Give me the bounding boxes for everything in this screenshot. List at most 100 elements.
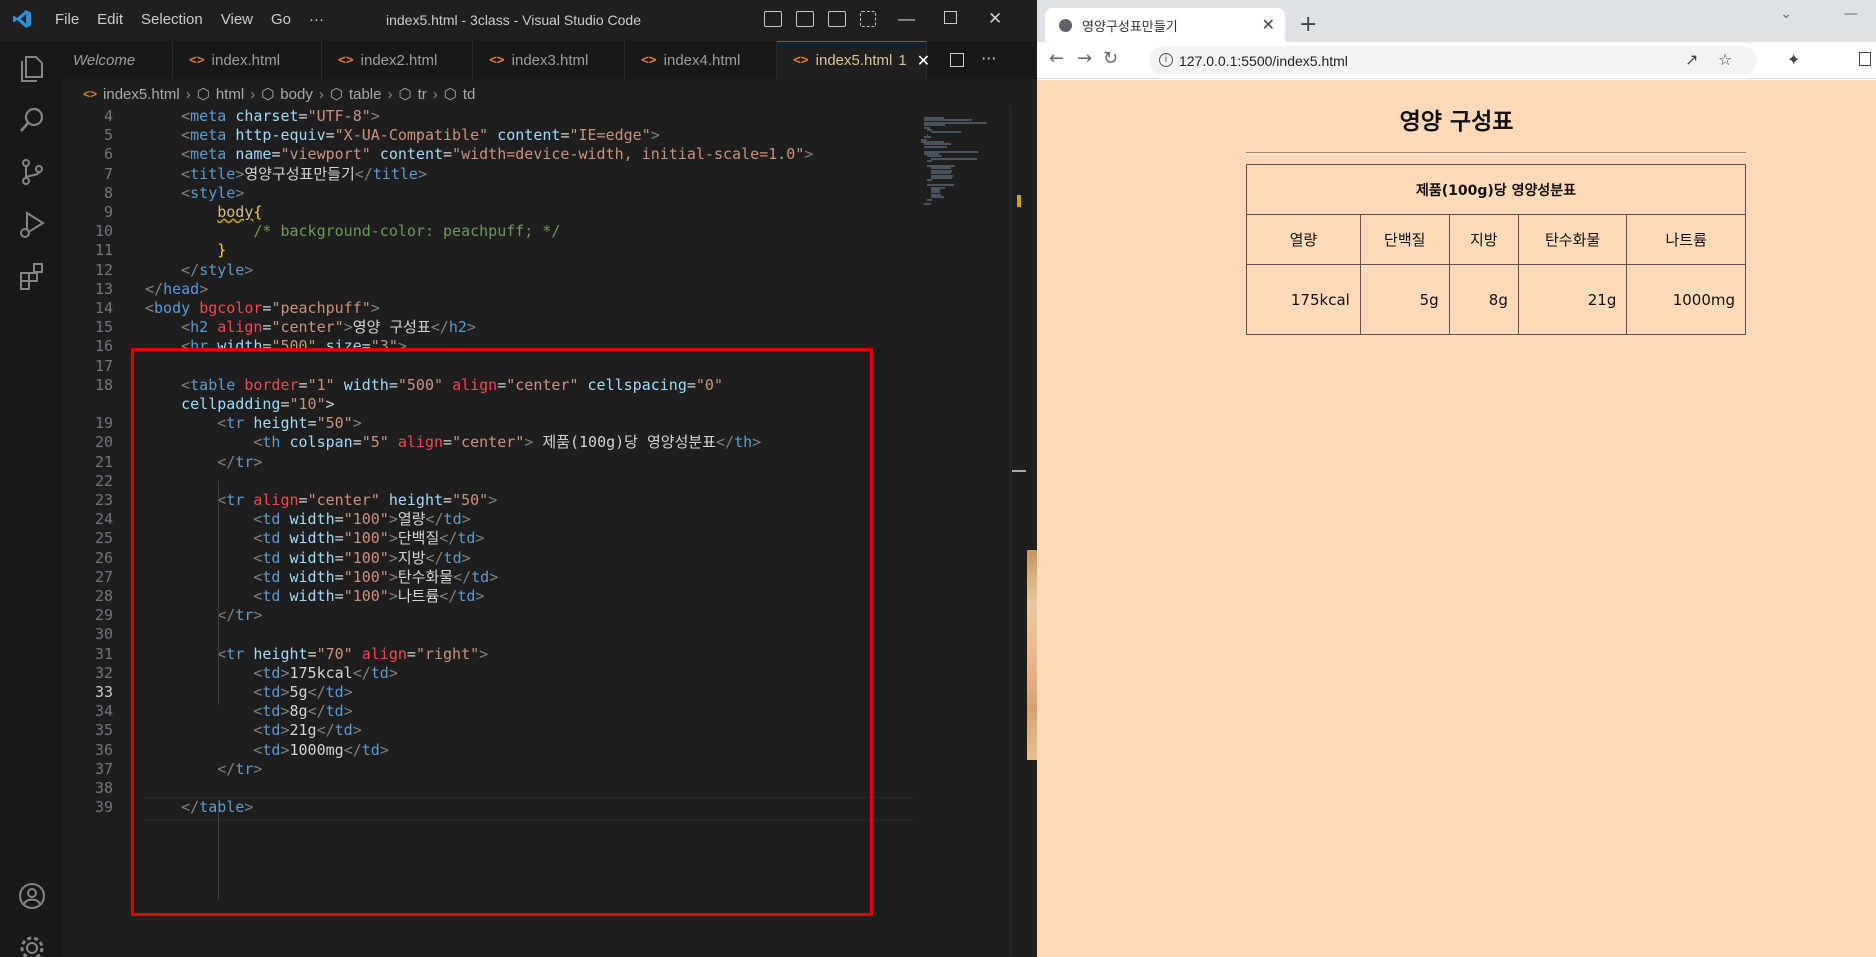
tab-index5[interactable]: <> index5.html 1 ✕ xyxy=(777,41,930,79)
share-icon[interactable]: ↗ xyxy=(1685,50,1698,69)
tab-label: index.html xyxy=(211,51,281,69)
minimap-line xyxy=(930,177,953,179)
code-line[interactable]: body{ xyxy=(145,203,262,222)
close-tab-icon[interactable]: ✕ xyxy=(917,51,930,71)
vertical-scrollbar[interactable] xyxy=(1010,107,1027,957)
table-row: 열량 단백질 지방 탄수화물 나트륨 xyxy=(1246,214,1746,265)
maximize-icon[interactable] xyxy=(944,11,957,24)
chevron-right-icon: › xyxy=(432,85,438,103)
chevron-right-icon: › xyxy=(250,85,256,103)
line-number: 10 xyxy=(94,222,113,241)
line-number: 29 xyxy=(94,606,113,625)
line-number: 30 xyxy=(94,625,113,644)
menu-selection[interactable]: Selection xyxy=(141,11,203,28)
address-bar[interactable]: i 127.0.0.1:5500/index5.html xyxy=(1149,46,1757,75)
code-line[interactable]: } xyxy=(145,241,226,260)
html-icon: <> xyxy=(338,52,354,68)
table-header-cell: 지방 xyxy=(1448,214,1519,265)
toggle-sidebar-icon[interactable] xyxy=(764,11,782,27)
site-info-icon[interactable]: i xyxy=(1159,53,1173,67)
source-control-icon[interactable] xyxy=(17,157,47,187)
customize-layout-icon[interactable] xyxy=(860,11,876,27)
run-debug-icon[interactable] xyxy=(17,209,47,239)
close-window-icon[interactable]: ✕ xyxy=(988,9,1002,29)
html-icon: <> xyxy=(83,87,98,101)
bookmark-star-icon[interactable]: ☆ xyxy=(1718,50,1732,69)
breadcrumb-item[interactable]: td xyxy=(463,86,476,103)
element-icon: ⬡ xyxy=(329,86,343,103)
toggle-secondary-sidebar-icon[interactable] xyxy=(828,11,846,27)
editor-tabs: Welcome <> index.html <> index2.html <> … xyxy=(63,41,1037,79)
code-line[interactable]: </head> xyxy=(145,280,208,299)
reload-icon[interactable]: ↻ xyxy=(1103,48,1118,69)
tab-label: index3.html xyxy=(511,51,589,69)
forward-arrow-icon[interactable]: → xyxy=(1077,48,1092,69)
settings-gear-icon[interactable] xyxy=(17,933,47,957)
more-actions-icon[interactable]: ··· xyxy=(981,49,996,68)
tab-search-icon[interactable]: ⌄ xyxy=(1780,6,1792,22)
html-icon: <> xyxy=(793,53,809,68)
code-line[interactable]: </style> xyxy=(145,261,253,280)
html-icon: <> xyxy=(189,52,205,68)
code-line[interactable]: /* background-color: peachpuff; */ xyxy=(145,222,560,241)
table-header-cell: 단백질 xyxy=(1359,214,1450,265)
close-tab-icon[interactable]: ✕ xyxy=(1262,15,1275,34)
toggle-panel-icon[interactable] xyxy=(796,11,814,27)
new-tab-button[interactable]: + xyxy=(1299,12,1317,37)
minimap-line xyxy=(924,203,932,206)
browser-tab[interactable]: 영양구성표만들기 ✕ xyxy=(1045,8,1285,42)
breadcrumb-item[interactable]: table xyxy=(349,86,382,103)
search-icon[interactable] xyxy=(17,105,47,135)
nutrition-table: 제품(100g)당 영양성분표 열량 단백질 지방 탄수화물 나트륨 175kc… xyxy=(1246,164,1746,335)
url-text: 127.0.0.1:5500/index5.html xyxy=(1179,52,1348,69)
tab-index4[interactable]: <> index4.html xyxy=(625,41,777,79)
side-panel-icon[interactable] xyxy=(1859,52,1871,66)
vscode-logo-icon[interactable] xyxy=(12,9,32,29)
back-arrow-icon[interactable]: ← xyxy=(1049,48,1064,69)
code-line[interactable]: <meta http-equiv="X-UA-Compatible" conte… xyxy=(145,126,660,145)
tab-index3[interactable]: <> index3.html xyxy=(473,41,625,79)
breadcrumb-item[interactable]: index5.html xyxy=(103,86,180,103)
line-number: 38 xyxy=(94,779,113,797)
minimize-icon[interactable]: — xyxy=(898,9,915,29)
code-line[interactable]: <style> xyxy=(145,184,244,203)
editor-actions: ··· xyxy=(950,49,996,68)
account-icon[interactable] xyxy=(17,881,47,911)
breadcrumb-item[interactable]: body xyxy=(280,86,313,103)
breadcrumb-item[interactable]: tr xyxy=(418,86,427,103)
split-editor-icon[interactable] xyxy=(950,52,964,67)
line-number: 34 xyxy=(94,702,113,721)
tab-index[interactable]: <> index.html xyxy=(173,41,322,79)
menu-view[interactable]: View xyxy=(221,11,253,28)
element-icon: ⬡ xyxy=(196,86,210,103)
minimize-icon[interactable]: — xyxy=(1844,6,1858,22)
table-row: 175kcal 5g 8g 21g 1000mg xyxy=(1246,264,1746,335)
horizontal-rule xyxy=(1246,152,1746,155)
line-number: 22 xyxy=(94,471,113,490)
breadcrumb-item[interactable]: html xyxy=(216,86,244,103)
minimap-line xyxy=(927,179,932,182)
menu-go[interactable]: Go xyxy=(271,11,291,28)
extensions-puzzle-icon[interactable]: ✦ xyxy=(1787,50,1800,69)
browser-window: 영양구성표만들기 ✕ + ⌄ — ← → ↻ i 127.0.0.1:5500/… xyxy=(1037,0,1876,957)
line-number: 35 xyxy=(94,721,113,740)
explorer-icon[interactable] xyxy=(17,53,47,83)
extensions-icon[interactable] xyxy=(17,261,47,291)
line-number: 36 xyxy=(94,740,113,759)
code-line[interactable]: <meta charset="UTF-8"> xyxy=(145,107,380,126)
line-number: 17 xyxy=(94,356,113,375)
menu-edit[interactable]: Edit xyxy=(97,11,123,28)
tab-index2[interactable]: <> index2.html xyxy=(322,41,473,79)
minimap[interactable] xyxy=(915,107,1010,957)
table-header-cell: 열량 xyxy=(1246,214,1361,265)
element-icon: ⬡ xyxy=(261,86,275,103)
table-value-cell: 1000mg xyxy=(1626,264,1746,335)
table-value-cell: 175kcal xyxy=(1246,264,1361,335)
menu-file[interactable]: File xyxy=(55,11,79,28)
tab-welcome[interactable]: Welcome xyxy=(63,41,173,79)
code-line[interactable]: <title>영양구성표만들기</title> xyxy=(145,165,427,184)
code-line[interactable]: <body bgcolor="peachpuff"> xyxy=(145,299,380,318)
menu-more[interactable]: ··· xyxy=(309,11,324,28)
code-line[interactable]: <h2 align="center">영양 구성표</h2> xyxy=(145,318,476,337)
code-line[interactable]: <meta name="viewport" content="width=dev… xyxy=(145,145,813,164)
